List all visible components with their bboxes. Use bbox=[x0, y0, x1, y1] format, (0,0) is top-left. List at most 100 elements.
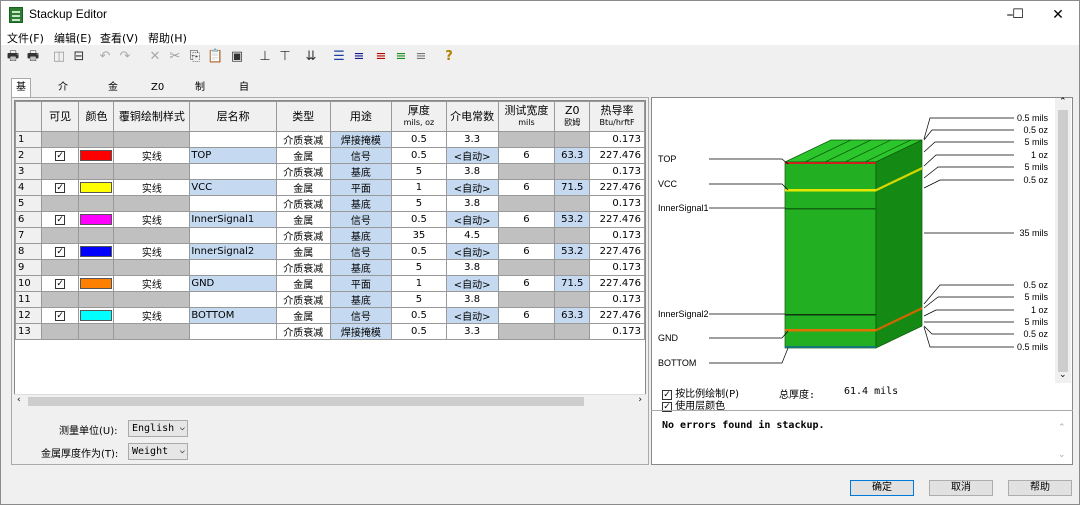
close-button[interactable]: ✕ bbox=[1035, 1, 1080, 29]
thermal-cell[interactable]: 227.476 bbox=[589, 211, 645, 228]
layer-name-cell[interactable] bbox=[189, 227, 277, 244]
row-number[interactable]: 3 bbox=[15, 163, 42, 180]
layer-blue-icon[interactable]: ≡ bbox=[351, 49, 367, 65]
thermal-cell[interactable]: 0.173 bbox=[589, 291, 645, 308]
type-cell[interactable]: 金属 bbox=[275, 179, 331, 196]
menu-edit[interactable]: 编辑(E) bbox=[54, 30, 92, 46]
fill-style-cell[interactable] bbox=[113, 227, 191, 244]
table-row[interactable]: 11 介质衰减 基底 5 3.8 0.173 bbox=[15, 291, 645, 308]
color-cell[interactable] bbox=[78, 323, 115, 340]
fill-style-cell[interactable] bbox=[113, 259, 191, 276]
horizontal-scroll-thumb[interactable] bbox=[28, 397, 584, 406]
layer-name-cell[interactable]: InnerSignal1 bbox=[189, 211, 277, 228]
visible-checkbox[interactable]: ✓ bbox=[55, 151, 66, 161]
table-row[interactable]: 13 介质衰减 焊接掩模 0.5 3.3 0.173 bbox=[15, 323, 645, 340]
thickness-cell[interactable]: 0.5 bbox=[391, 307, 447, 324]
z0-cell[interactable] bbox=[554, 291, 591, 308]
menu-help[interactable]: 帮助(H) bbox=[148, 30, 187, 46]
layer-name-cell[interactable] bbox=[189, 163, 277, 180]
fill-style-cell[interactable]: 实线 bbox=[113, 275, 191, 292]
thermal-cell[interactable]: 0.173 bbox=[589, 227, 645, 244]
row-number[interactable]: 10 bbox=[15, 275, 42, 292]
row-number[interactable]: 9 bbox=[15, 259, 42, 276]
visible-cell[interactable]: ✓ bbox=[40, 243, 80, 260]
row-number[interactable]: 4 bbox=[15, 179, 42, 196]
tab-dielectric[interactable]: 介质衰减 bbox=[54, 79, 72, 147]
color-swatch[interactable] bbox=[80, 182, 113, 193]
paste-special-icon[interactable]: ▣ bbox=[229, 49, 245, 65]
horizontal-scrollbar[interactable]: ‹ › bbox=[14, 394, 646, 407]
test-width-cell[interactable]: 6 bbox=[497, 211, 556, 228]
table-row[interactable]: 4 ✓ 实线 VCC 金属 平面 1 <自动> 6 71.5 227.476 bbox=[15, 179, 645, 196]
table-row[interactable]: 6 ✓ 实线 InnerSignal1 金属 信号 0.5 <自动> 6 53.2 227.476 bbox=[15, 211, 645, 228]
test-width-cell[interactable]: 6 bbox=[497, 275, 556, 292]
color-cell[interactable] bbox=[78, 259, 115, 276]
type-cell[interactable]: 介质衰减 bbox=[275, 163, 331, 180]
visible-cell[interactable] bbox=[40, 163, 80, 180]
type-cell[interactable]: 介质衰减 bbox=[275, 227, 331, 244]
color-swatch[interactable] bbox=[80, 310, 113, 321]
thermal-cell[interactable]: 227.476 bbox=[589, 147, 645, 164]
test-width-cell[interactable]: 6 bbox=[497, 179, 556, 196]
split-horizontal-icon[interactable]: ⊟ bbox=[71, 49, 87, 65]
insert-above-icon[interactable]: ⊥ bbox=[257, 49, 273, 65]
dk-cell[interactable]: <自动> bbox=[445, 147, 499, 164]
z0-cell[interactable]: 71.5 bbox=[554, 179, 591, 196]
usage-cell[interactable]: 信号 bbox=[329, 211, 393, 228]
thickness-cell[interactable]: 35 bbox=[391, 227, 447, 244]
test-width-cell[interactable] bbox=[497, 195, 556, 212]
thickness-cell[interactable]: 1 bbox=[391, 275, 447, 292]
color-cell[interactable] bbox=[78, 163, 115, 180]
row-number[interactable]: 12 bbox=[15, 307, 42, 324]
table-row[interactable]: 12 ✓ 实线 BOTTOM 金属 信号 0.5 <自动> 6 63.3 227.476 bbox=[15, 307, 645, 324]
usage-cell[interactable]: 焊接掩模 bbox=[329, 131, 393, 148]
thickness-cell[interactable]: 5 bbox=[391, 163, 447, 180]
scroll-down-icon[interactable]: ⌄ bbox=[1059, 370, 1067, 380]
type-cell[interactable]: 介质衰减 bbox=[275, 131, 331, 148]
type-cell[interactable]: 金属 bbox=[275, 147, 331, 164]
type-cell[interactable]: 金属 bbox=[275, 211, 331, 228]
z0-cell[interactable]: 53.2 bbox=[554, 211, 591, 228]
usage-cell[interactable]: 基底 bbox=[329, 195, 393, 212]
cancel-button[interactable]: 取消 bbox=[929, 480, 993, 496]
color-cell[interactable] bbox=[78, 243, 115, 260]
color-cell[interactable] bbox=[78, 195, 115, 212]
visible-checkbox[interactable]: ✓ bbox=[55, 215, 66, 225]
z0-cell[interactable] bbox=[554, 323, 591, 340]
color-cell[interactable] bbox=[78, 131, 115, 148]
color-cell[interactable] bbox=[78, 227, 115, 244]
scroll-left-icon[interactable]: ‹ bbox=[17, 395, 21, 405]
layer-name-cell[interactable] bbox=[189, 195, 277, 212]
cut-icon[interactable]: ✂ bbox=[167, 49, 183, 65]
scroll-up-icon[interactable]: ⌃ bbox=[1059, 97, 1067, 107]
test-width-cell[interactable]: 6 bbox=[497, 307, 556, 324]
thermal-cell[interactable]: 0.173 bbox=[589, 195, 645, 212]
table-row[interactable]: 2 ✓ 实线 TOP 金属 信号 0.5 <自动> 6 63.3 227.476 bbox=[15, 147, 645, 164]
test-width-cell[interactable] bbox=[497, 291, 556, 308]
z0-cell[interactable]: 71.5 bbox=[554, 275, 591, 292]
fill-style-cell[interactable] bbox=[113, 131, 191, 148]
split-vertical-icon[interactable]: ◫ bbox=[51, 49, 67, 65]
row-number[interactable]: 11 bbox=[15, 291, 42, 308]
visible-cell[interactable]: ✓ bbox=[40, 211, 80, 228]
thickness-cell[interactable]: 0.5 bbox=[391, 323, 447, 340]
dk-cell[interactable]: <自动> bbox=[445, 211, 499, 228]
help-icon[interactable]: ? bbox=[441, 49, 457, 65]
thickness-cell[interactable]: 5 bbox=[391, 259, 447, 276]
test-width-cell[interactable] bbox=[497, 227, 556, 244]
usage-cell[interactable]: 基底 bbox=[329, 163, 393, 180]
header-layer-name[interactable]: 层名称 bbox=[189, 101, 277, 132]
z0-cell[interactable]: 63.3 bbox=[554, 147, 591, 164]
dk-cell[interactable]: <自动> bbox=[445, 179, 499, 196]
table-row[interactable]: 3 介质衰减 基底 5 3.8 0.173 bbox=[15, 163, 645, 180]
usage-cell[interactable]: 平面 bbox=[329, 179, 393, 196]
test-width-cell[interactable] bbox=[497, 259, 556, 276]
dk-cell[interactable]: 3.3 bbox=[445, 131, 499, 148]
redo-icon[interactable]: ↷ bbox=[117, 49, 133, 65]
header-dielectric-constant[interactable]: 介电常数 bbox=[445, 101, 499, 132]
row-number[interactable]: 5 bbox=[15, 195, 42, 212]
header-thickness[interactable]: 厚度 mils, oz bbox=[391, 101, 447, 132]
color-swatch[interactable] bbox=[80, 278, 113, 289]
thermal-cell[interactable]: 227.476 bbox=[589, 243, 645, 260]
usage-cell[interactable]: 基底 bbox=[329, 291, 393, 308]
